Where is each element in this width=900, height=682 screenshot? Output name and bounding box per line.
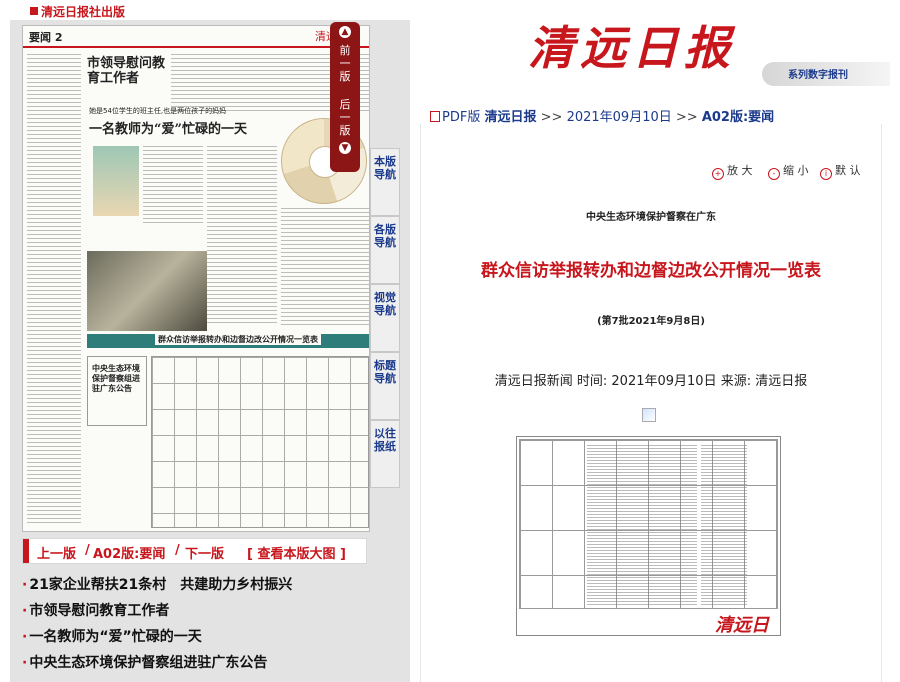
- zoom-out-button[interactable]: -缩 小: [768, 162, 809, 180]
- article-meta: 清远日报新闻 时间: 2021年09月10日 来源: 清远日报: [494, 374, 808, 389]
- article-kicker: 中央生态环境保护督察在广东: [586, 212, 716, 223]
- zoom-default-label: 默 认: [835, 164, 861, 177]
- newspaper-page-thumbnail[interactable]: 要闻 2 清远日报 市领导慰问教育工作者 她是54位学生的班主任,也是两位孩子的…: [22, 25, 370, 532]
- nav-tabs: 本版导航 各版导航 视觉导航 标题导航 以往报纸: [370, 148, 404, 488]
- article-title: 中央生态环境保护督察组进驻广东公告: [29, 655, 268, 671]
- zoom-out-icon: -: [768, 168, 780, 180]
- breadcrumb: PDF版 清远日报 >> 2021年09月10日 >> A02版:要闻: [430, 106, 774, 125]
- zoom-default-button[interactable]: i默 认: [820, 162, 861, 180]
- thumb-subhead-2: 她是54位学生的班主任,也是两位孩子的妈妈: [89, 107, 227, 115]
- next-page-arrow-icon[interactable]: ▼: [339, 142, 351, 154]
- thumb-headline-2: 一名教师为“爱”忙碌的一天: [89, 122, 247, 137]
- breadcrumb-section[interactable]: A02版:要闻: [702, 110, 774, 125]
- zoom-in-button[interactable]: + 放 大: [712, 162, 753, 180]
- thumb-table: [151, 356, 369, 528]
- tab-all-pages-nav[interactable]: 各版导航: [370, 216, 400, 284]
- zoom-in-icon: +: [712, 168, 724, 180]
- article-subtitle: (第7批2021年9月8日): [597, 316, 705, 327]
- prev-edition-link[interactable]: 上一版: [37, 543, 76, 562]
- zoom-in-label: 放 大: [727, 164, 753, 177]
- tab-title-nav[interactable]: 标题导航: [370, 352, 400, 420]
- prev-page-link[interactable]: 前一版: [337, 44, 353, 83]
- list-item[interactable]: · 一名教师为“爱”忙碌的一天: [22, 624, 392, 650]
- thumb-photo-classroom: [87, 251, 207, 331]
- prev-page-arrow-icon[interactable]: ▲: [339, 26, 351, 38]
- nav-bar-accent: [23, 539, 29, 563]
- series-link[interactable]: 系列数字报刊: [788, 66, 848, 81]
- article-title: 群众信访举报转办和边督边改公开情况一览表: [481, 261, 821, 281]
- pdf-link[interactable]: PDF版: [442, 110, 480, 125]
- article-title: 市领导慰问教育工作者: [29, 603, 170, 619]
- thumb-photo-book: [93, 146, 139, 216]
- zoom-default-icon: i: [820, 168, 832, 180]
- breadcrumb-separator: >>: [540, 110, 563, 125]
- broken-image-icon: [642, 408, 656, 422]
- tab-past-papers[interactable]: 以往报纸: [370, 420, 400, 488]
- article-list: · 21家企业帮扶21条村 共建助力乡村振兴 · 市领导慰问教育工作者 · 一名教师为…: [22, 572, 392, 676]
- thumb-headline-1: 市领导慰问教育工作者: [87, 56, 166, 86]
- view-large-page-link[interactable]: [ 查看本版大图 ]: [247, 543, 346, 562]
- list-item[interactable]: · 21家企业帮扶21条村 共建助力乡村振兴: [22, 572, 392, 598]
- next-edition-link[interactable]: 下一版: [185, 543, 224, 562]
- publisher-label: 清远日报社出版: [30, 3, 125, 20]
- current-edition-label: A02版:要闻: [93, 547, 166, 562]
- breadcrumb-separator: >>: [675, 110, 698, 125]
- zoom-out-label: 缩 小: [783, 164, 809, 177]
- list-item[interactable]: · 市领导慰问教育工作者: [22, 598, 392, 624]
- nav-separator: /: [85, 543, 90, 558]
- article-title: 一名教师为“爱”忙碌的一天: [29, 629, 202, 645]
- breadcrumb-date[interactable]: 2021年09月10日: [567, 110, 672, 125]
- top-bar: 清远日报社出版: [0, 0, 900, 22]
- article-image[interactable]: 清远日报: [516, 436, 781, 636]
- page-thumb-label: 要闻 2: [29, 31, 63, 44]
- page-navigation-bar: 上一版 / A02版:要闻 / 下一版 [ 查看本版大图 ]: [22, 538, 367, 564]
- pdf-icon: [430, 111, 440, 122]
- page-flip-control: ▲ 前一版 后一版 ▼: [330, 22, 360, 172]
- article-title: 21家企业帮扶21条村 共建助力乡村振兴: [29, 577, 293, 593]
- next-page-link[interactable]: 后一版: [337, 98, 353, 137]
- breadcrumb-paper[interactable]: 清远日报: [484, 110, 536, 125]
- list-item[interactable]: · 中央生态环境保护督察组进驻广东公告: [22, 650, 392, 676]
- tab-page-nav[interactable]: 本版导航: [370, 148, 400, 216]
- masthead-logo: 清远日报: [528, 21, 736, 75]
- article-image-logo: 清远日报: [715, 615, 769, 636]
- tab-visual-nav[interactable]: 视觉导航: [370, 284, 400, 352]
- page-thumb-header: 要闻 2 清远日报: [23, 26, 369, 48]
- nav-separator: /: [175, 543, 180, 558]
- thumb-announcement-box: 中央生态环境保护督察组进驻广东公告: [87, 356, 147, 426]
- thumb-band-title: 群众信访举报转办和边督边改公开情况一览表: [155, 334, 321, 345]
